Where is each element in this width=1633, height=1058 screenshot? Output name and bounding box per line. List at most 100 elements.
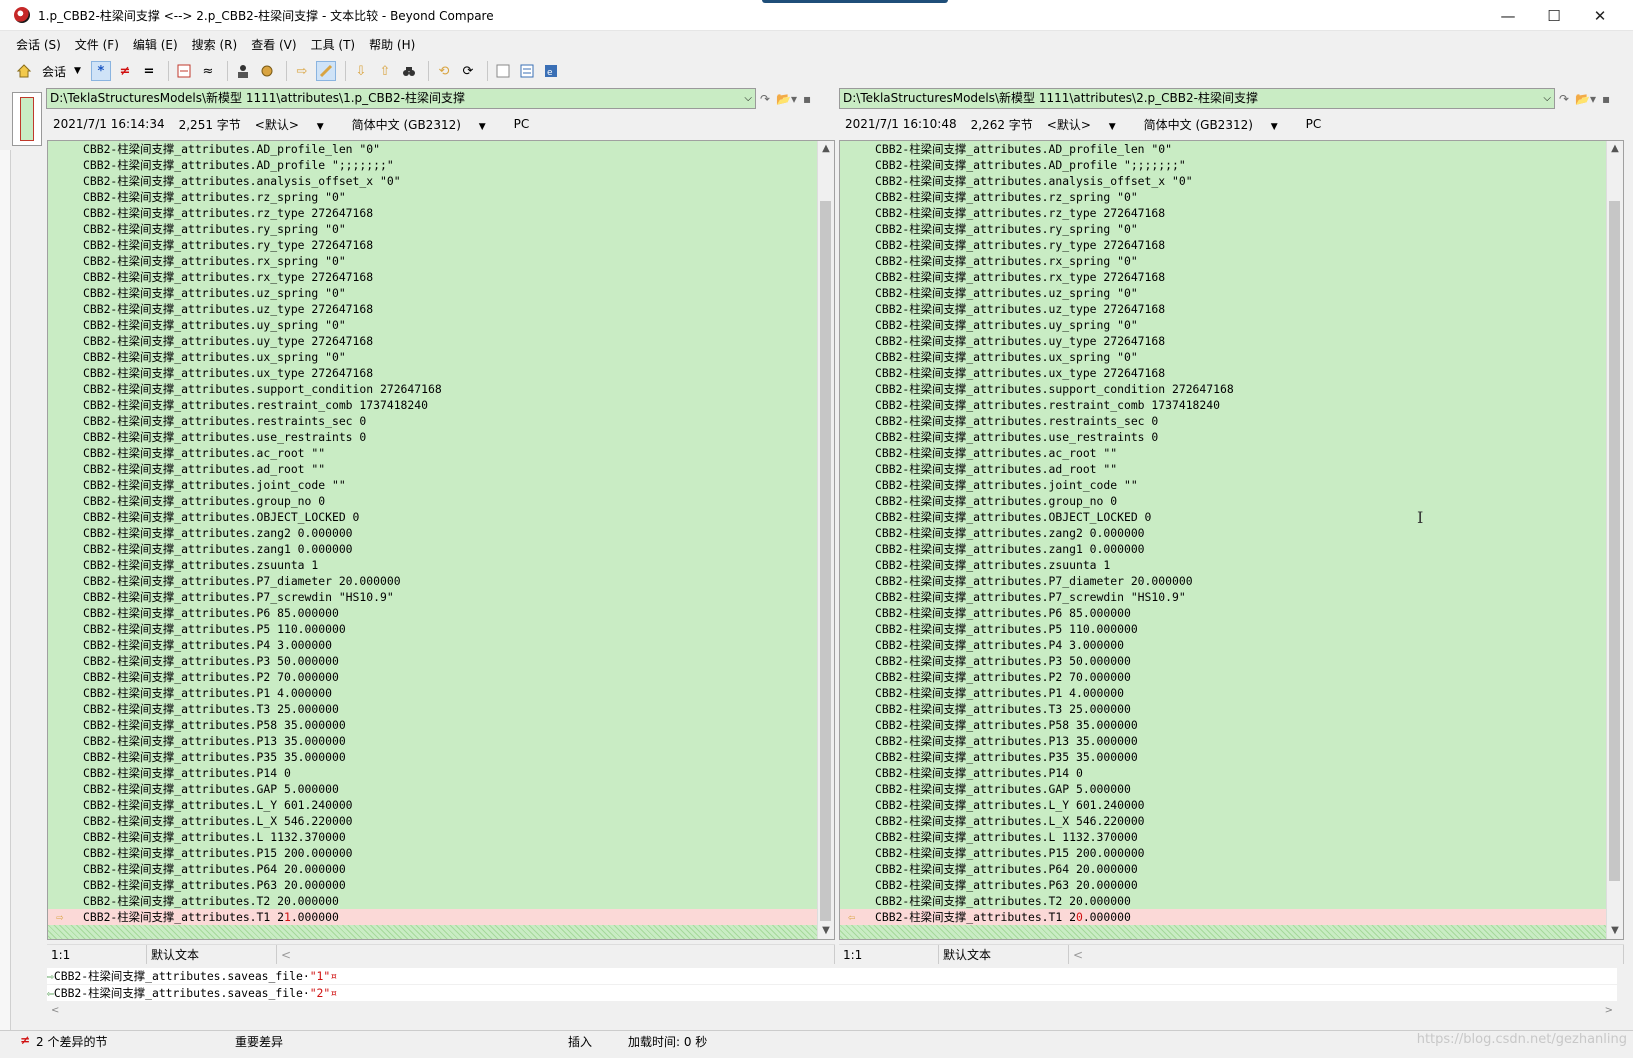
text-line[interactable]: CBB2-柱梁间支撑_attributes.uy_type 272647168 (48, 333, 818, 349)
overview-thumbnail[interactable] (12, 92, 42, 146)
right-vertical-scrollbar[interactable]: ▲ ▼ (1606, 141, 1623, 939)
left-encoding-dropdown[interactable]: 简体中文 (GB2312) ▼ (352, 116, 500, 133)
text-line[interactable]: CBB2-柱梁间支撑_attributes.P1 4.000000 (840, 685, 1607, 701)
text-line[interactable]: CBB2-柱梁间支撑_attributes.P1 4.000000 (48, 685, 818, 701)
right-path-input[interactable]: D:\TeklaStructuresModels\新模型 1111\attrib… (839, 88, 1555, 109)
minimize-button[interactable]: — (1485, 0, 1531, 31)
left-vertical-scrollbar[interactable]: ▲ ▼ (817, 141, 834, 939)
text-line[interactable]: CBB2-柱梁间支撑_attributes.uy_spring "0" (48, 317, 818, 333)
right-lineend[interactable]: PC (1306, 117, 1322, 131)
text-line[interactable]: CBB2-柱梁间支撑_attributes.ry_type 272647168 (48, 237, 818, 253)
text-line[interactable]: CBB2-柱梁间支撑_attributes.rx_spring "0" (48, 253, 818, 269)
text-line[interactable]: CBB2-柱梁间支撑_attributes.AD_profile ";;;;;;… (840, 157, 1607, 173)
text-line[interactable]: CBB2-柱梁间支撑_attributes.uz_spring "0" (840, 285, 1607, 301)
text-line[interactable]: CBB2-柱梁间支撑_attributes.uz_type 272647168 (48, 301, 818, 317)
scroll-thumb[interactable] (1609, 201, 1620, 881)
text-line[interactable]: CBB2-柱梁间支撑_attributes.P7_screwdin "HS10.… (48, 589, 818, 605)
text-line[interactable]: CBB2-柱梁间支撑_attributes.L_Y 601.240000 (48, 797, 818, 813)
right-text-pane[interactable]: CBB2-柱梁间支撑_attributes.AD_profile_len "0"… (839, 140, 1624, 940)
scroll-thumb[interactable] (820, 201, 831, 921)
right-horizontal-scroll[interactable]: < (1069, 945, 1624, 964)
text-line[interactable]: CBB2-柱梁间支撑_attributes.joint_code "" (48, 477, 818, 493)
text-line[interactable]: CBB2-柱梁间支撑_attributes.rz_type 272647168 (840, 205, 1607, 221)
detail-horizontal-scrollbar[interactable]: < > (47, 1005, 1617, 1021)
text-line[interactable]: CBB2-柱梁间支撑_attributes.P6 85.000000 (840, 605, 1607, 621)
text-line[interactable]: CBB2-柱梁间支撑_attributes.analysis_offset_x … (840, 173, 1607, 189)
text-line[interactable]: CBB2-柱梁间支撑_attributes.T3 25.000000 (840, 701, 1607, 717)
text-line[interactable]: CBB2-柱梁间支撑_attributes.zang1 0.000000 (48, 541, 818, 557)
text-line[interactable]: CBB2-柱梁间支撑_attributes.restraint_comb 173… (840, 397, 1607, 413)
text-line[interactable]: CBB2-柱梁间支撑_attributes.group_no 0 (48, 493, 818, 509)
text-line[interactable]: CBB2-柱梁间支撑_attributes.ac_root "" (840, 445, 1607, 461)
left-horizontal-scroll[interactable]: < (277, 945, 835, 964)
text-line[interactable]: CBB2-柱梁间支撑_attributes.ad_root "" (48, 461, 818, 477)
find-icon[interactable] (399, 61, 419, 81)
text-line[interactable]: CBB2-柱梁间支撑_attributes.P13 35.000000 (48, 733, 818, 749)
text-line[interactable]: CBB2-柱梁间支撑_attributes.rz_spring "0" (48, 189, 818, 205)
text-line[interactable]: CBB2-柱梁间支撑_attributes.L_X 546.220000 (840, 813, 1607, 829)
right-format-dropdown[interactable]: <默认> ▼ (1047, 116, 1130, 133)
text-line[interactable]: CBB2-柱梁间支撑_attributes.group_no 0 (840, 493, 1607, 509)
text-line[interactable]: CBB2-柱梁间支撑_attributes.restraint_comb 173… (48, 397, 818, 413)
text-line[interactable]: CBB2-柱梁间支撑_attributes.AD_profile_len "0" (48, 141, 818, 157)
text-line[interactable]: CBB2-柱梁间支撑_attributes.ac_root "" (48, 445, 818, 461)
text-line[interactable]: CBB2-柱梁间支撑_attributes.uy_spring "0" (840, 317, 1607, 333)
text-line[interactable]: CBB2-柱梁间支撑_attributes.use_restraints 0 (48, 429, 818, 445)
minor-icon[interactable]: ≈ (198, 61, 218, 81)
text-line[interactable]: CBB2-柱梁间支撑_attributes.restraints_sec 0 (48, 413, 818, 429)
text-line[interactable]: CBB2-柱梁间支撑_attributes.zang2 0.000000 (840, 525, 1607, 541)
detail-line-left[interactable]: ⇨CBB2-柱梁间支撑_attributes.saveas_file·"1"¤ (47, 968, 1617, 984)
left-text-pane[interactable]: CBB2-柱梁间支撑_attributes.AD_profile_len "0"… (47, 140, 835, 940)
swap-icon[interactable]: ⟲ (434, 61, 454, 81)
right-encoding-dropdown[interactable]: 简体中文 (GB2312) ▼ (1144, 116, 1292, 133)
text-line[interactable]: CBB2-柱梁间支撑_attributes.P7_diameter 20.000… (840, 573, 1607, 589)
format-icon[interactable] (257, 61, 277, 81)
text-line[interactable]: CBB2-柱梁间支撑_attributes.uy_type 272647168 (840, 333, 1607, 349)
text-line[interactable]: CBB2-柱梁间支撑_attributes.P2 70.000000 (840, 669, 1607, 685)
arrow-left-icon[interactable]: ⇦ (848, 911, 860, 923)
text-line[interactable]: CBB2-柱梁间支撑_attributes.AD_profile ";;;;;;… (48, 157, 818, 173)
menu-session[interactable]: 会话 (S) (16, 36, 61, 53)
chevron-down-icon[interactable]: ⌵ (744, 89, 752, 108)
text-line[interactable]: CBB2-柱梁间支撑_attributes.P64 20.000000 (840, 861, 1607, 877)
text-line[interactable]: CBB2-柱梁间支撑_attributes.OBJECT_LOCKED 0 (840, 509, 1607, 525)
close-button[interactable]: ✕ (1577, 0, 1623, 31)
text-line[interactable]: CBB2-柱梁间支撑_attributes.ux_spring "0" (48, 349, 818, 365)
text-line[interactable]: CBB2-柱梁间支撑_attributes.rx_type 272647168 (48, 269, 818, 285)
arrow-right-icon[interactable]: ⇨ (56, 911, 68, 923)
list-icon[interactable] (517, 61, 537, 81)
menu-file[interactable]: 文件 (F) (75, 36, 119, 53)
text-line[interactable]: CBB2-柱梁间支撑_attributes.OBJECT_LOCKED 0 (48, 509, 818, 525)
show-all-icon[interactable]: * (90, 61, 111, 81)
text-line[interactable]: CBB2-柱梁间支撑_attributes.P6 85.000000 (48, 605, 818, 621)
detail-line-right[interactable]: ⇦CBB2-柱梁间支撑_attributes.saveas_file·"2"¤ (47, 985, 1617, 1001)
text-line[interactable]: CBB2-柱梁间支撑_attributes.uz_spring "0" (48, 285, 818, 301)
text-line[interactable]: CBB2-柱梁间支撑_attributes.uz_type 272647168 (840, 301, 1607, 317)
text-line[interactable]: CBB2-柱梁间支撑_attributes.P7_diameter 20.000… (48, 573, 818, 589)
text-line[interactable]: CBB2-柱梁间支撑_attributes.ux_type 272647168 (48, 365, 818, 381)
scroll-down-icon[interactable]: ▼ (1607, 923, 1623, 939)
text-line[interactable]: CBB2-柱梁间支撑_attributes.P3 50.000000 (840, 653, 1607, 669)
text-line[interactable]: CBB2-柱梁间支撑_attributes.L 1132.370000 (840, 829, 1607, 845)
text-line[interactable]: CBB2-柱梁间支撑_attributes.zsuunta 1 (48, 557, 818, 573)
text-line[interactable]: CBB2-柱梁间支撑_attributes.ry_spring "0" (840, 221, 1607, 237)
text-line[interactable]: CBB2-柱梁间支撑_attributes.L 1132.370000 (48, 829, 818, 845)
text-line[interactable]: CBB2-柱梁间支撑_attributes.P15 200.000000 (840, 845, 1607, 861)
menu-help[interactable]: 帮助 (H) (369, 36, 415, 53)
left-format-dropdown[interactable]: <默认> ▼ (255, 116, 338, 133)
text-line[interactable]: CBB2-柱梁间支撑_attributes.support_condition … (840, 381, 1607, 397)
left-lineend[interactable]: PC (514, 117, 530, 131)
text-line[interactable]: CBB2-柱梁间支撑_attributes.P58 35.000000 (48, 717, 818, 733)
prev-diff-icon[interactable]: ⇧ (375, 61, 395, 81)
right-save-icon[interactable]: ▪ (1602, 92, 1610, 106)
rules-icon[interactable] (233, 61, 253, 81)
show-diffs-icon[interactable]: ≠ (115, 61, 135, 81)
text-line[interactable]: CBB2-柱梁间支撑_attributes.rz_spring "0" (840, 189, 1607, 205)
scroll-up-icon[interactable]: ▲ (818, 141, 834, 157)
text-line[interactable]: CBB2-柱梁间支撑_attributes.P5 110.000000 (840, 621, 1607, 637)
left-path-input[interactable]: D:\TeklaStructuresModels\新模型 1111\attrib… (46, 88, 756, 109)
text-line[interactable]: CBB2-柱梁间支撑_attributes.GAP 5.000000 (48, 781, 818, 797)
text-line[interactable]: CBB2-柱梁间支撑_attributes.T2 20.000000 (840, 893, 1607, 909)
text-line[interactable]: CBB2-柱梁间支撑_attributes.P4 3.000000 (840, 637, 1607, 653)
report-icon[interactable]: e (541, 61, 561, 81)
